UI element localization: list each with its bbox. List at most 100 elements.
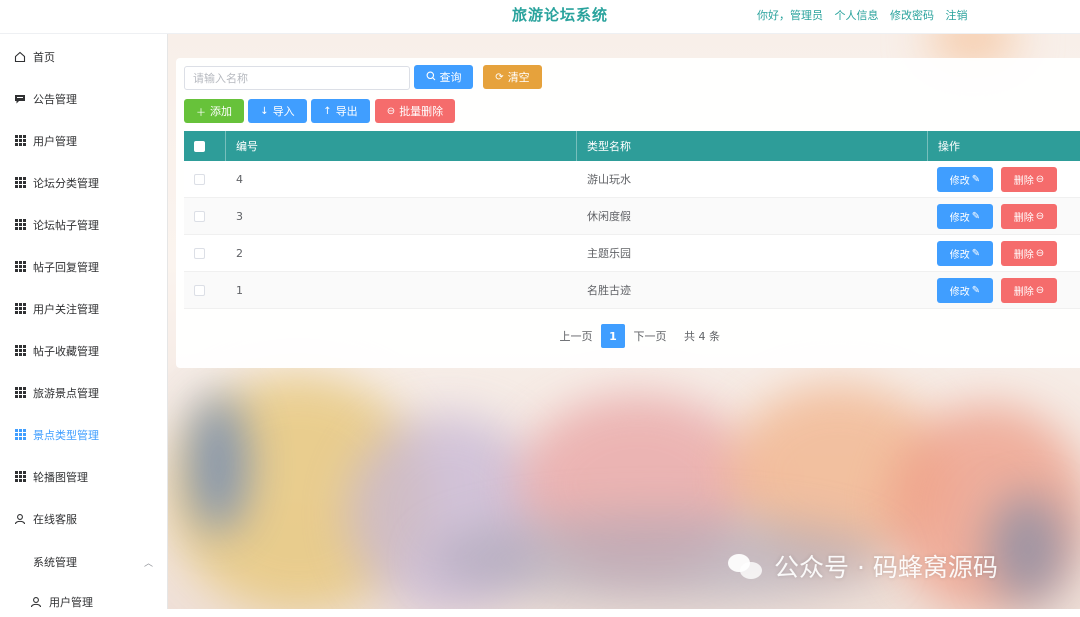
pagination-page-current[interactable]: 1	[601, 324, 625, 348]
edit-button-label: 修改	[949, 176, 970, 187]
sidebar-item-label: 帖子回复管理	[33, 261, 99, 274]
sidebar-item-announcements[interactable]: 公告管理	[0, 84, 167, 114]
row-select-cell	[184, 272, 226, 308]
sidebar-item-scenic-spots[interactable]: 旅游景点管理	[0, 378, 167, 408]
row-checkbox[interactable]	[194, 247, 205, 259]
sidebar-item-label: 公告管理	[33, 93, 77, 106]
minus-circle-icon: ⊖	[386, 105, 396, 117]
query-button-label: 查询	[439, 71, 462, 84]
batch-delete-button[interactable]: ⊖ 批量删除	[375, 99, 455, 123]
table-row: 1 名胜古迹 修改 ✎ 删除 ⊖	[184, 272, 1080, 309]
sidebar-item-spot-types[interactable]: 景点类型管理	[0, 420, 167, 450]
delete-button-label: 删除	[1013, 287, 1034, 298]
profile-link[interactable]: 个人信息	[835, 9, 879, 22]
sidebar-item-label: 景点类型管理	[33, 429, 99, 442]
grid-icon	[14, 219, 26, 231]
sidebar-item-label: 论坛帖子管理	[33, 219, 99, 232]
query-button[interactable]: 查询	[414, 65, 473, 89]
row-select-cell	[184, 198, 226, 234]
logout-link[interactable]: 注销	[946, 9, 968, 22]
sidebar-item-carousel[interactable]: 轮播图管理	[0, 462, 167, 492]
sidebar-item-system[interactable]: 系统管理 ︿	[0, 547, 167, 577]
clear-button-label: 清空	[507, 71, 530, 84]
delete-button[interactable]: 删除 ⊖	[1001, 278, 1057, 303]
table-header: 编号 类型名称 操作	[184, 131, 1080, 161]
sidebar-item-user-follows[interactable]: 用户关注管理	[0, 294, 167, 324]
row-checkbox[interactable]	[194, 210, 205, 222]
sidebar-item-forum-categories[interactable]: 论坛分类管理	[0, 168, 167, 198]
delete-button[interactable]: 删除 ⊖	[1001, 204, 1057, 229]
select-all-checkbox[interactable]	[194, 140, 205, 152]
minus-circle-icon: ⊖	[1035, 285, 1045, 296]
message-icon	[14, 93, 26, 105]
table-row: 4 游山玩水 修改 ✎ 删除 ⊖	[184, 161, 1080, 198]
minus-circle-icon: ⊖	[1035, 211, 1045, 222]
search-icon	[426, 71, 436, 84]
pagination-next[interactable]: 下一页	[630, 324, 670, 348]
add-button[interactable]: ＋ 添加	[184, 99, 244, 123]
grid-icon	[14, 135, 26, 147]
table-row: 2 主题乐园 修改 ✎ 删除 ⊖	[184, 235, 1080, 272]
sidebar: 首页 公告管理 用户管理 论坛分类管理 论坛帖子管理 帖子回复管理 用户关注管理…	[0, 34, 168, 609]
export-button[interactable]: ↑ 导出	[311, 99, 370, 123]
edit-button-label: 修改	[949, 287, 970, 298]
sidebar-subitem-user-management[interactable]: 用户管理	[0, 587, 167, 617]
row-select-cell	[184, 161, 226, 197]
edit-icon: ✎	[971, 285, 981, 296]
row-name: 主题乐园	[587, 247, 631, 260]
grid-icon	[14, 471, 26, 483]
chevron-up-icon: ︿	[143, 558, 153, 569]
grid4-icon	[14, 556, 26, 568]
user-icon	[14, 513, 26, 525]
pagination-prev[interactable]: 上一页	[556, 324, 596, 348]
sidebar-item-label: 旅游景点管理	[33, 387, 99, 400]
row-id: 4	[236, 172, 243, 186]
app-title: 旅游论坛系统	[512, 6, 609, 24]
home-icon	[14, 51, 26, 63]
delete-button[interactable]: 删除 ⊖	[1001, 167, 1057, 192]
grid-icon	[14, 261, 26, 273]
plus-icon: ＋	[196, 107, 206, 119]
select-all-cell	[184, 131, 226, 161]
grid-icon	[14, 177, 26, 189]
pagination-next-label: 下一页	[633, 330, 667, 343]
edit-button[interactable]: 修改 ✎	[937, 241, 993, 266]
arrow-up-icon: ↑	[323, 105, 332, 117]
column-header-id: 编号	[226, 131, 577, 161]
add-button-label: 添加	[210, 105, 232, 118]
edit-button-label: 修改	[949, 213, 970, 224]
grid-icon	[14, 303, 26, 315]
sidebar-item-post-replies[interactable]: 帖子回复管理	[0, 252, 167, 282]
pagination-prev-label: 上一页	[559, 330, 593, 343]
edit-button[interactable]: 修改 ✎	[937, 204, 993, 229]
clear-button[interactable]: ⟳ 清空	[483, 65, 542, 89]
watermark: 公众号 · 码蜂窝源码	[726, 548, 998, 584]
sidebar-item-home[interactable]: 首页	[0, 42, 167, 72]
row-checkbox[interactable]	[194, 173, 205, 185]
sidebar-item-online-service[interactable]: 在线客服	[0, 504, 167, 534]
sidebar-item-label: 用户关注管理	[33, 303, 99, 316]
row-name: 休闲度假	[587, 210, 631, 223]
change-password-link[interactable]: 修改密码	[890, 9, 934, 22]
sidebar-item-users[interactable]: 用户管理	[0, 126, 167, 156]
edit-button[interactable]: 修改 ✎	[937, 278, 993, 303]
edit-button[interactable]: 修改 ✎	[937, 167, 993, 192]
export-button-label: 导出	[335, 105, 358, 118]
sidebar-item-forum-posts[interactable]: 论坛帖子管理	[0, 210, 167, 240]
delete-button[interactable]: 删除 ⊖	[1001, 241, 1057, 266]
row-name: 名胜古迹	[587, 284, 631, 297]
grid-icon	[14, 387, 26, 399]
row-id: 3	[236, 209, 243, 223]
refresh-icon: ⟳	[495, 71, 504, 83]
sidebar-item-label: 轮播图管理	[33, 471, 88, 484]
sidebar-item-label: 用户管理	[33, 135, 77, 148]
row-id: 1	[236, 283, 243, 297]
sidebar-item-post-favorites[interactable]: 帖子收藏管理	[0, 336, 167, 366]
row-checkbox[interactable]	[194, 284, 205, 296]
import-button[interactable]: ↓ 导入	[248, 99, 307, 123]
search-input[interactable]	[184, 66, 410, 90]
user-icon	[30, 596, 42, 608]
edit-button-label: 修改	[949, 250, 970, 261]
spot-type-table: 编号 类型名称 操作 4 游山玩水 修改 ✎ 删除 ⊖ 3 休闲度假 修改 ✎ …	[184, 131, 1080, 309]
sidebar-item-label: 首页	[33, 51, 55, 64]
